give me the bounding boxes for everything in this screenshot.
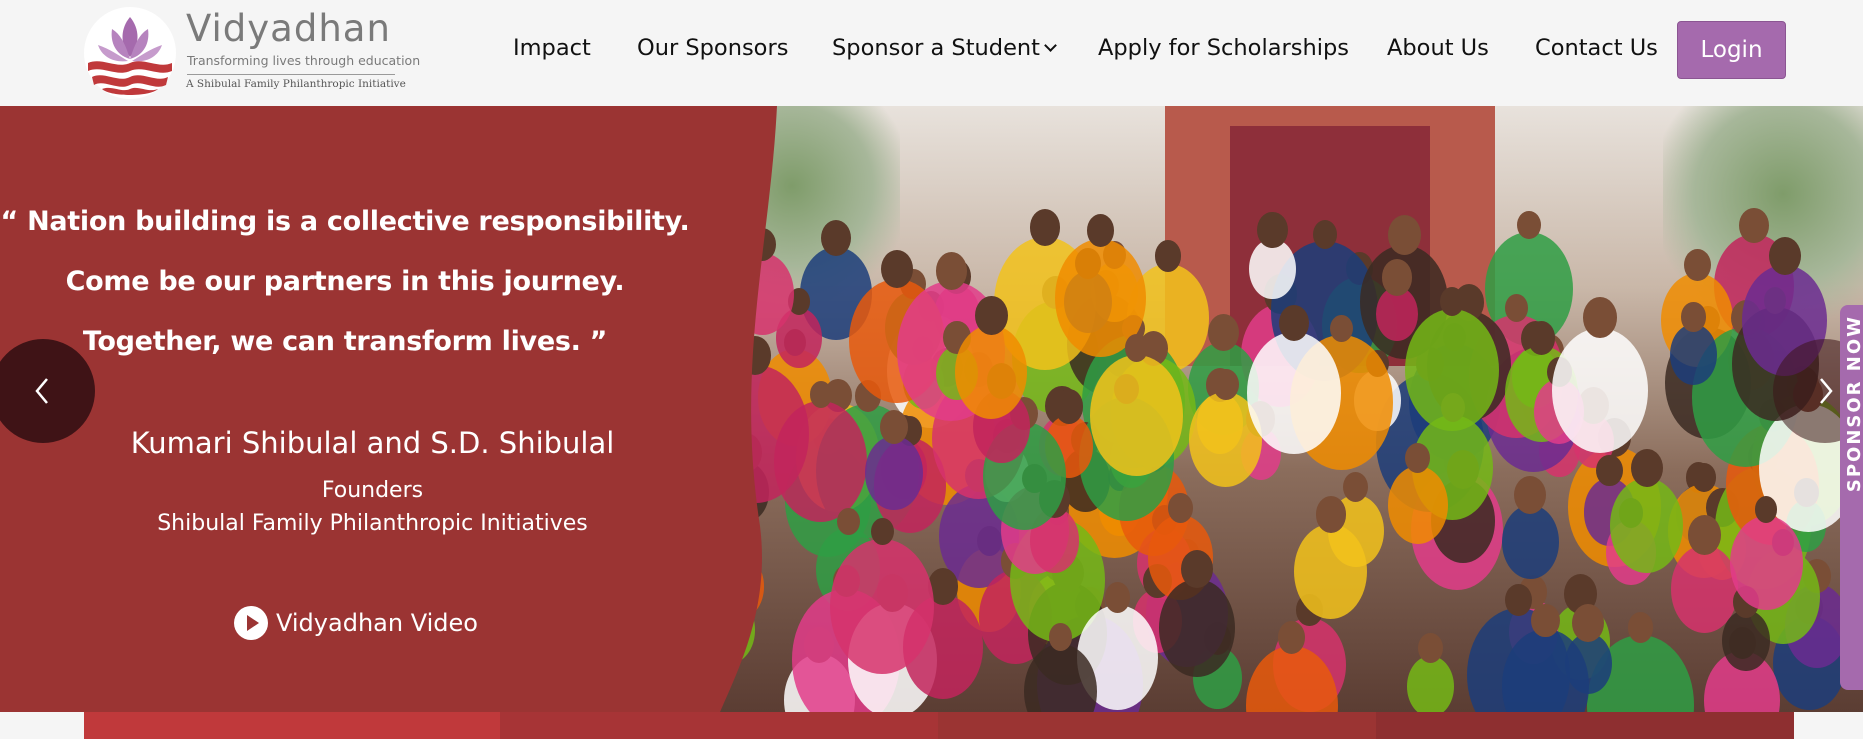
photo-crowd-face [1596,454,1623,486]
photo-crowd-person [1501,504,1559,579]
photo-crowd-face [1755,496,1778,523]
photo-crowd-face [1086,214,1115,247]
photo-crowd-person [1247,331,1341,454]
photo-crowd-face [1054,389,1084,424]
nav-item-contact-us[interactable]: Contact Us [1535,30,1658,66]
founder-role: Founders [321,478,424,503]
nav-item-sponsor-a-student[interactable]: Sponsor a Student [832,30,1057,66]
photo-crowd-face [1381,259,1413,296]
photo-crowd-face [1768,236,1801,275]
photo-crowd-face [1627,612,1654,644]
hero-quote-line-3: Together, we can transform lives. ” [82,326,608,357]
login-button[interactable]: Login [1677,21,1786,79]
photo-crowd-face [1315,496,1347,533]
photo-crowd-person [1610,477,1684,574]
photo-crowd-face [1330,314,1353,342]
photo-crowd-face [935,252,968,291]
photo-crowd-face [1505,583,1532,616]
photo-crowd-face [1630,448,1663,488]
photo-crowd-face [1124,333,1148,362]
brand-subline: A Shibulal Family Philanthropic Initiati… [186,78,406,90]
photo-crowd-face [1029,209,1061,246]
photo-crowd-person [1406,655,1454,712]
nav-item-about-us[interactable]: About Us [1387,30,1489,66]
chevron-down-icon [1044,39,1057,52]
video-link[interactable]: Vidyadhan Video [234,605,478,641]
photo-crowd-person [1387,465,1448,544]
feature-strip-1 [84,712,500,739]
feature-strip-3 [938,712,1376,739]
founder-a: Kumari Shibulal [130,426,358,460]
photo-crowd-person [1669,324,1717,386]
nav-item-our-sponsors[interactable]: Our Sponsors [637,30,788,66]
photo-crowd-person [1294,523,1368,619]
nav-item-sponsor-a-student-label: Sponsor a Student [832,35,1040,61]
feature-strip-2 [500,712,938,739]
photo-crowd-face [836,507,860,536]
sponsor-now-side-tab[interactable]: SPONSOR NOW [1840,305,1863,690]
photo-crowd-face [975,296,1008,336]
hero-quote-line-2: Come be our partners in this journey. [65,266,625,297]
photo-crowd-face [1583,297,1618,338]
founder-b: S.D. Shibulal [430,426,615,460]
photo-crowd-face [1683,248,1711,282]
brand-divider [187,74,395,75]
photo-crowd-face [1312,219,1337,249]
photo-crowd-person [1722,609,1770,672]
founder-organization: Shibulal Family Philanthropic Initiative… [157,511,588,536]
photo-crowd-face [1504,293,1529,322]
founder-joiner: and [366,426,422,460]
hero-quote-line-1: “ Nation building is a collective respon… [0,206,690,237]
photo-crowd-person [1730,515,1803,610]
photo-crowd-face [1207,314,1239,352]
photo-crowd-face [1154,240,1182,273]
founder-names: Kumari Shibulal and S.D. Shibulal [0,426,745,460]
photo-crowd-face [1527,321,1556,355]
photo-crowd-person [1551,327,1649,454]
photo-crowd-face [1517,210,1541,239]
nav-item-impact[interactable]: Impact [513,30,591,66]
nav-item-apply-for-scholarships[interactable]: Apply for Scholarships [1098,30,1349,66]
photo-crowd-face [1212,368,1239,401]
chevron-left-icon [35,378,48,404]
photo-crowd-person [1089,354,1183,477]
site-header: Vidyadhan Transforming lives through edu… [0,0,1863,106]
photo-crowd-face [1279,304,1310,341]
photo-crowd-face [1181,550,1213,589]
photo-crowd-face [1692,463,1716,492]
photo-crowd-person [1159,578,1235,678]
video-link-label: Vidyadhan Video [276,609,478,637]
photo-crowd-face [1531,603,1560,638]
main-nav: Impact Our Sponsors Sponsor a Student Ap… [0,30,1863,66]
photo-crowd-face [1739,208,1769,244]
photo-crowd-face [879,410,909,445]
photo-crowd-face [1681,302,1706,332]
feature-strip-4 [1376,712,1794,739]
photo-crowd-face [870,518,894,546]
photo-crowd-face [881,250,913,289]
photo-crowd-person [955,325,1028,420]
photo-crowd-face [1168,493,1193,523]
play-icon [234,606,268,640]
students-group-photo [720,106,1863,712]
hero-carousel: “ Nation building is a collective respon… [0,106,1863,712]
photo-crowd-person [830,538,935,674]
photo-crowd [720,208,1863,712]
photo-crowd-face [1257,211,1288,249]
photo-crowd-person [865,435,923,511]
side-tab-label: SPONSOR NOW [1844,315,1863,493]
carousel-prev-button[interactable] [0,339,95,443]
photo-crowd-person [1405,308,1499,431]
